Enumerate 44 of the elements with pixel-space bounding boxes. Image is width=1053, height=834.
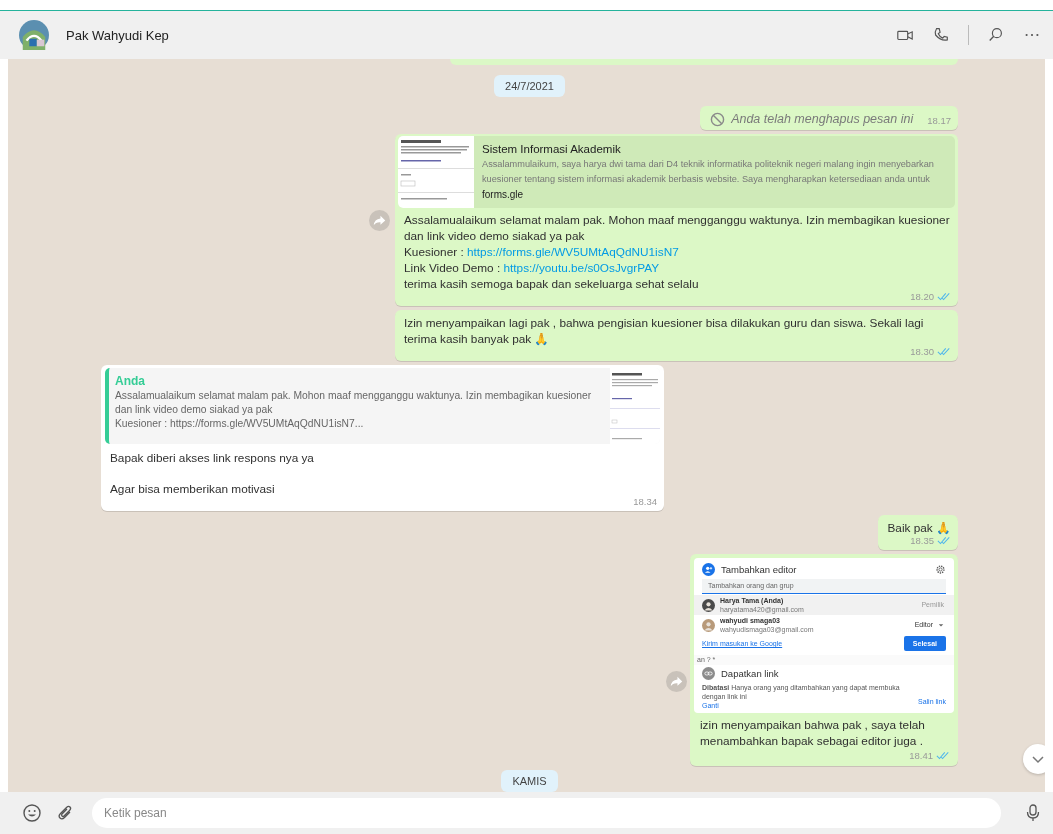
message-time: 18.41 [909, 748, 933, 763]
message-time: 18.35 [910, 534, 934, 548]
person-avatar [702, 618, 715, 632]
message-text: Izin menyampaikan lagi pak , bahwa pengisian kuesioner bisa dilakukan guru dan siswa. Sekali lagi terima kasih banyak pak 🙏 [404, 315, 925, 347]
message-text: Kuesioner : https://forms.gle/WV5UMtAqQdNU1isN7 [404, 244, 680, 260]
message-text: izin menyampaikan bahwa pak , saya telah menambahkan bapak sebagai editor juga . [700, 717, 926, 749]
message-link[interactable]: https://forms.gle/WV5UMtAqQdNU1isN7 [466, 245, 679, 259]
preview-title: Sistem Informasi Akademik [482, 142, 622, 157]
blocked-icon [710, 111, 726, 127]
quote-author: Anda [115, 373, 146, 389]
dialog-title: Dapatkan link [721, 667, 779, 680]
message-time: 18.20 [910, 289, 934, 304]
quote-text: Kuesioner : https://forms.gle/WV5UMtAqQdNU1isN7... [115, 417, 365, 431]
message-input[interactable]: Ketik pesan [92, 798, 1001, 828]
message-text: terima kasih semoga bapak dan sekeluarga sehat selalu [404, 276, 700, 292]
preview-domain: forms.gle [482, 188, 525, 202]
message-time: 18.30 [910, 344, 934, 359]
date-chip: 24/7/2021 [494, 75, 565, 97]
date-chip: KAMIS [501, 770, 558, 792]
person-avatar [702, 598, 715, 612]
preview-description: Assalammulaikum, saya harya dwi tama dari D4 teknik informatika politeknik negeri malang ingin menyebarkan kuesioner tentang sistem informasi akademik berbasis website. Saya mengharapkan ketersediaan anda untuk [482, 158, 935, 186]
message-time: 18.17 [927, 113, 951, 128]
contact-name: Pak Wahyudi Kep [66, 27, 169, 43]
dialog-title: Tambahkan editor [721, 563, 797, 576]
message-text: Link Video Demo : https://youtu.be/s0OsJvgrPAY [404, 260, 661, 276]
link-preview-card[interactable] [398, 136, 955, 208]
phone-icon[interactable] [932, 26, 950, 44]
message-time: 18.34 [633, 494, 657, 509]
message-text: Assalamualaikum selamat malam pak. Mohon maaf mengganggu waktunya. Izin membagikan kuesioner dan link video demo siakad ya pak [404, 212, 951, 244]
deleted-message-text: Anda telah menghapus pesan ini [731, 111, 914, 127]
screenshot-image[interactable] [694, 558, 954, 713]
settings-icon[interactable] [935, 564, 946, 575]
search-icon[interactable] [987, 26, 1005, 44]
contact-avatar[interactable] [19, 20, 49, 50]
message-link[interactable]: https://youtu.be/s0OsJvgrPAY [503, 261, 660, 275]
emoji-icon[interactable] [22, 803, 42, 823]
message-text: Agar bisa memberikan motivasi [110, 481, 276, 497]
quoted-message[interactable]: Anda Assalamualaikum selamat malam pak. Mohon maaf mengganggu waktunya. Izin membagikan kuesioner dan link video demo siakad ya pak Kuesioner : https://forms.gle/WV5UMtAqQdNU1isN7... [105, 368, 660, 444]
link-icon [702, 667, 715, 680]
message-text: Bapak diberi akses link respons nya ya [110, 450, 315, 466]
quote-text: Assalamualaikum selamat malam pak. Mohon maaf mengganggu waktunya. Izin membagikan kuesioner dan link video demo siakad ya pak [115, 389, 593, 417]
message-text: Baik pak 🙏 [887, 520, 951, 536]
caret-icon[interactable] [938, 622, 944, 628]
add-person-icon [702, 563, 715, 576]
